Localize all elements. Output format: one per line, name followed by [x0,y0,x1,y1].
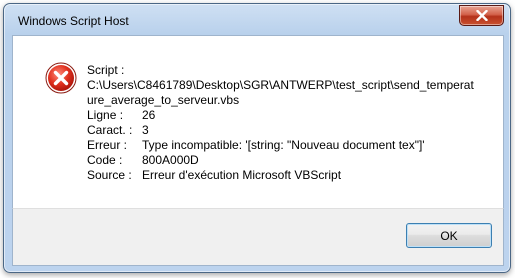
field-value: 800A000D [142,153,199,167]
message-area: Script : C:\Users\C8461789\Desktop\SGR\A… [12,35,504,208]
button-bar: OK [12,208,504,266]
field-label: Caract. : [87,123,133,137]
error-icon [45,62,77,94]
field-row-ligne: Ligne : 26 [87,108,497,123]
field-row-source: Source : Erreur d'exécution Microsoft VB… [87,168,497,183]
field-value: Erreur d'exécution Microsoft VBScript [142,168,342,182]
script-label: Script : [87,63,125,77]
dialog-window: Windows Script Host Script : C:\Users\C8… [3,3,511,273]
field-row-code: Code : 800A000D [87,153,497,168]
field-value: Type incompatible: '[string: "Nouveau do… [142,138,425,152]
script-path-line-2: ure_average_to_serveur.vbs [87,93,240,107]
ok-button[interactable]: OK [406,223,492,248]
error-message: Script : C:\Users\C8461789\Desktop\SGR\A… [87,63,497,183]
field-value: 26 [142,108,156,122]
field-row-caract: Caract. : 3 [87,123,497,138]
close-icon [475,10,488,21]
field-label: Source : [87,168,132,182]
window-title: Windows Script Host [18,14,129,28]
field-label: Code : [87,153,123,167]
script-path-line-1: C:\Users\C8461789\Desktop\SGR\ANTWERP\te… [87,78,474,92]
close-button[interactable] [459,5,504,26]
field-value: 3 [142,123,149,137]
field-label: Ligne : [87,108,124,122]
field-label: Erreur : [87,138,128,152]
field-row-erreur: Erreur : Type incompatible: '[string: "N… [87,138,497,153]
